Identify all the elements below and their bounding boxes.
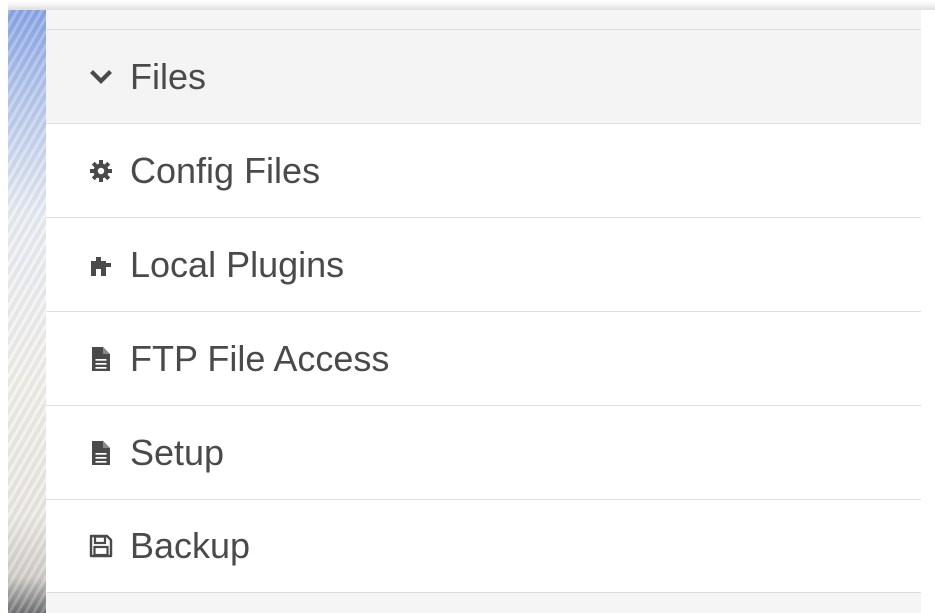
document-icon (88, 346, 114, 372)
gear-icon (88, 158, 114, 184)
floppy-disk-icon (88, 533, 114, 559)
files-section-header[interactable]: Files (46, 30, 921, 124)
top-shadow (8, 0, 935, 10)
left-edge (0, 0, 8, 613)
next-menu-item-partial (46, 593, 921, 613)
files-menu-panel: Files Config Files Local Plugins FTP Fil… (46, 10, 921, 613)
menu-item-label: FTP File Access (130, 337, 390, 379)
menu-item-label: Setup (130, 431, 225, 473)
menu-item-config-files[interactable]: Config Files (46, 124, 921, 218)
puzzle-icon (88, 252, 114, 278)
document-icon (88, 440, 114, 466)
menu-item-setup[interactable]: Setup (46, 406, 921, 500)
menu-item-backup[interactable]: Backup (46, 500, 921, 593)
background-image-strip (8, 10, 46, 613)
panel-top-strip (46, 10, 921, 30)
right-edge (921, 10, 935, 613)
menu-item-local-plugins[interactable]: Local Plugins (46, 218, 921, 312)
menu-item-label: Local Plugins (130, 243, 345, 285)
menu-item-label: Backup (130, 525, 251, 566)
menu-item-ftp-file-access[interactable]: FTP File Access (46, 312, 921, 406)
files-section-label: Files (130, 55, 207, 97)
chevron-down-icon (88, 64, 114, 90)
page: Files Config Files Local Plugins FTP Fil… (0, 0, 935, 613)
menu-item-label: Config Files (130, 149, 321, 191)
